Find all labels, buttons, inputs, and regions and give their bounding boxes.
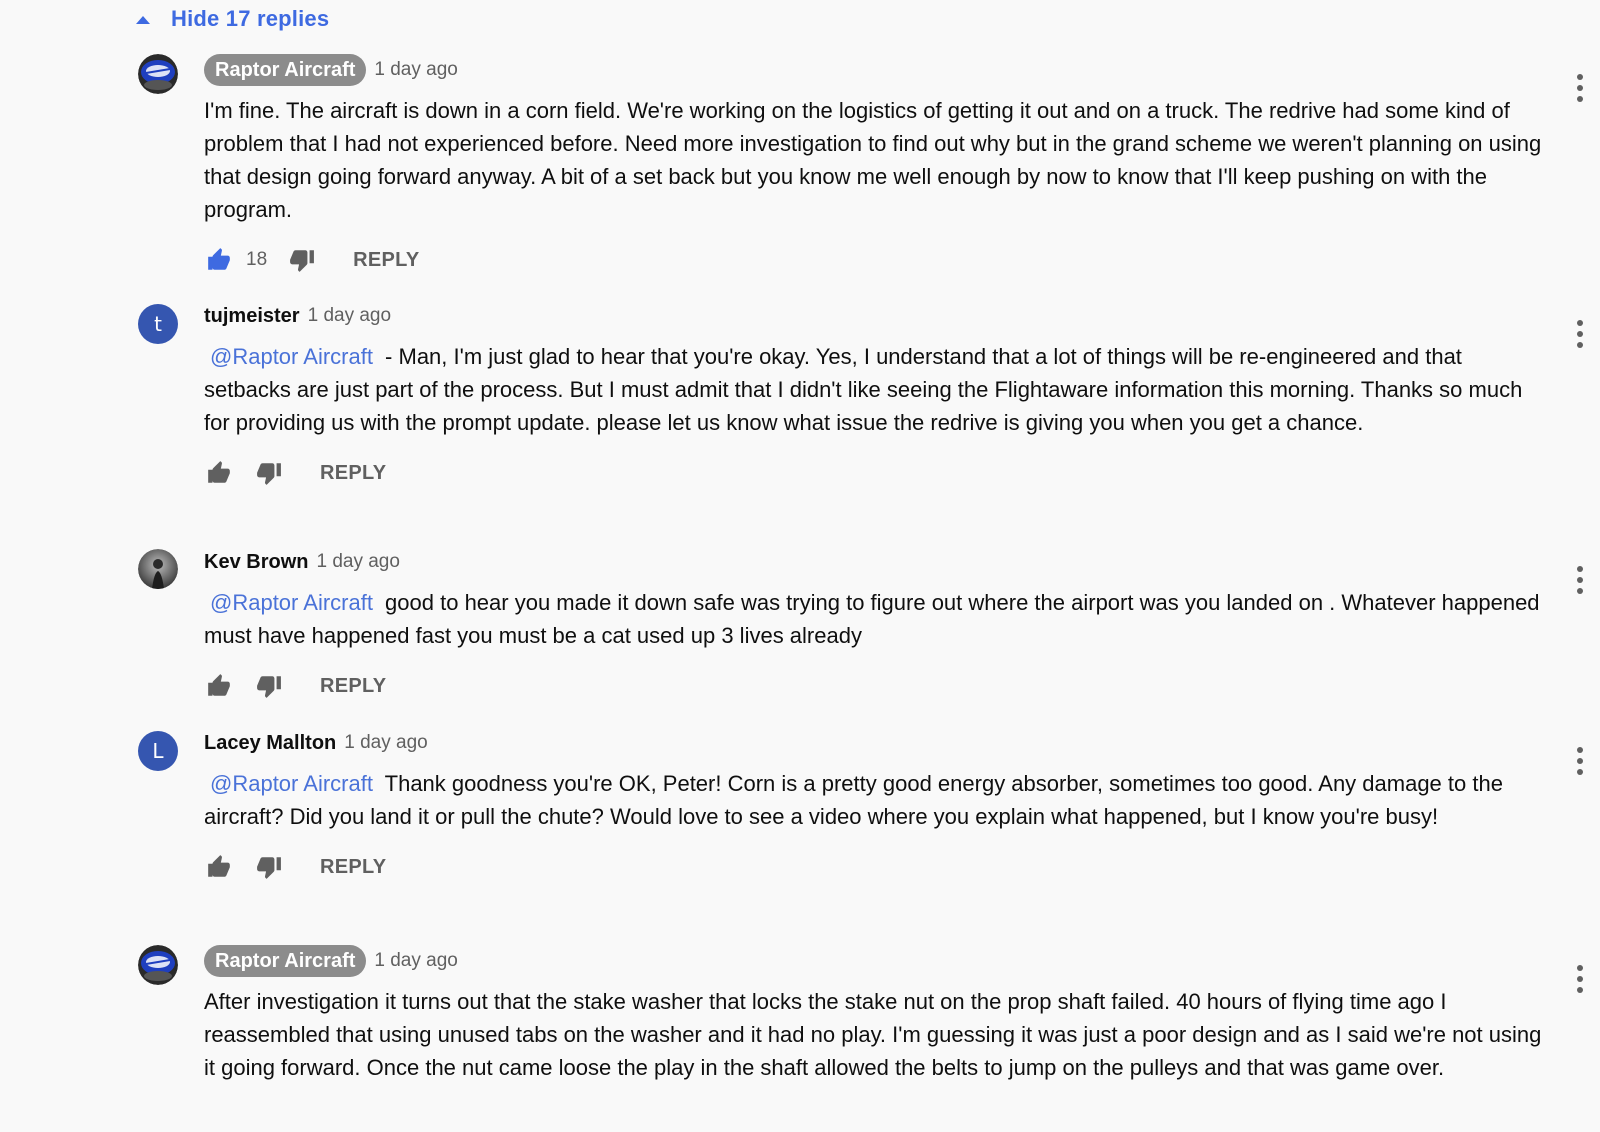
comment-actions: REPLY <box>204 455 1549 491</box>
comment-body: tujmeister 1 day ago @Raptor Aircraft - … <box>204 300 1549 491</box>
comment-header: Raptor Aircraft 1 day ago <box>204 945 1549 977</box>
dot-icon <box>1577 96 1583 102</box>
thumbs-up-icon <box>208 461 230 483</box>
reply-button[interactable]: REPLY <box>320 856 386 879</box>
like-button[interactable] <box>204 458 234 488</box>
like-button[interactable] <box>204 671 234 701</box>
dislike-button[interactable] <box>254 852 284 882</box>
mention-link[interactable]: @Raptor Aircraft <box>204 344 379 369</box>
more-options-button[interactable] <box>1570 70 1590 106</box>
thumbs-up-icon <box>208 674 230 696</box>
replies-thread: Hide 17 replies Raptor Aircraft 1 day ag… <box>0 0 1600 1132</box>
dot-icon <box>1577 577 1583 583</box>
comment-text: @Raptor Aircraft good to hear you made i… <box>204 586 1549 652</box>
thumbs-down-icon <box>257 857 281 879</box>
timestamp[interactable]: 1 day ago <box>374 59 457 81</box>
comment-text: @Raptor Aircraft - Man, I'm just glad to… <box>204 340 1549 439</box>
like-button[interactable] <box>204 852 234 882</box>
thumbs-down-icon <box>257 676 281 698</box>
more-options-button[interactable] <box>1570 562 1590 598</box>
comment-body: Raptor Aircraft 1 day ago After investig… <box>204 945 1549 1084</box>
author-name[interactable]: Raptor Aircraft <box>204 945 367 977</box>
like-count: 18 <box>246 249 268 270</box>
user-photo-icon <box>138 549 178 589</box>
reply-button[interactable]: REPLY <box>320 462 386 485</box>
comment-actions: REPLY <box>204 668 1549 704</box>
timestamp[interactable]: 1 day ago <box>316 551 399 573</box>
timestamp[interactable]: 1 day ago <box>374 950 457 972</box>
comment-header: Lacey Mallton 1 day ago <box>204 727 1549 759</box>
dot-icon <box>1577 331 1583 337</box>
comment-actions: REPLY <box>204 849 1549 885</box>
comment-text: @Raptor Aircraft Thank goodness you're O… <box>204 767 1549 833</box>
avatar[interactable] <box>138 945 178 985</box>
raptor-logo-icon <box>138 945 178 985</box>
author-name[interactable]: Raptor Aircraft <box>204 54 367 86</box>
comment-body: Lacey Mallton 1 day ago @Raptor Aircraft… <box>204 727 1549 885</box>
comment-header: Kev Brown 1 day ago <box>204 546 1549 578</box>
more-options-button[interactable] <box>1570 316 1590 352</box>
comment-header: tujmeister 1 day ago <box>204 300 1549 332</box>
comment-body: Kev Brown 1 day ago @Raptor Aircraft goo… <box>204 546 1549 704</box>
mention-link[interactable]: @Raptor Aircraft <box>204 771 379 796</box>
reply-button[interactable]: REPLY <box>320 675 386 698</box>
thumbs-down-icon <box>290 250 315 272</box>
dot-icon <box>1577 566 1583 572</box>
dot-icon <box>1577 74 1583 80</box>
dislike-button[interactable] <box>254 458 284 488</box>
dot-icon <box>1577 965 1583 971</box>
dot-icon <box>1577 342 1583 348</box>
dot-icon <box>1577 588 1583 594</box>
dot-icon <box>1577 85 1583 91</box>
author-name[interactable]: Lacey Mallton <box>204 732 336 755</box>
comment-header: Raptor Aircraft 1 day ago <box>204 54 1549 86</box>
thumbs-up-icon <box>208 855 230 877</box>
more-options-button[interactable] <box>1570 743 1590 779</box>
avatar[interactable]: L <box>138 731 178 771</box>
author-name[interactable]: tujmeister <box>204 305 300 328</box>
author-name[interactable]: Kev Brown <box>204 551 308 574</box>
comment-text-body: good to hear you made it down safe was t… <box>204 590 1540 648</box>
comment-text-body: - Man, I'm just glad to hear that you're… <box>204 344 1523 435</box>
comment-text: I'm fine. The aircraft is down in a corn… <box>204 98 1542 222</box>
thumbs-down-icon <box>257 463 281 485</box>
avatar[interactable] <box>138 54 178 94</box>
dot-icon <box>1577 769 1583 775</box>
comment-body: Raptor Aircraft 1 day ago I'm fine. The … <box>204 54 1549 278</box>
avatar[interactable] <box>138 549 178 589</box>
comment-text: After investigation it turns out that th… <box>204 989 1542 1080</box>
raptor-logo-icon <box>138 54 178 94</box>
timestamp[interactable]: 1 day ago <box>344 732 427 754</box>
dot-icon <box>1577 758 1583 764</box>
dot-icon <box>1577 320 1583 326</box>
dot-icon <box>1577 976 1583 982</box>
dislike-button[interactable] <box>287 245 317 275</box>
dislike-button[interactable] <box>254 671 284 701</box>
comment-text-body: Thank goodness you're OK, Peter! Corn is… <box>204 771 1503 829</box>
more-options-button[interactable] <box>1570 961 1590 997</box>
dot-icon <box>1577 747 1583 753</box>
caret-up-icon <box>136 16 150 24</box>
comment-actions: 18 REPLY <box>204 242 1549 278</box>
hide-replies-button[interactable]: Hide 17 replies <box>136 6 329 32</box>
mention-link[interactable]: @Raptor Aircraft <box>204 590 379 615</box>
timestamp[interactable]: 1 day ago <box>308 305 391 327</box>
hide-replies-label: Hide 17 replies <box>171 6 330 31</box>
dot-icon <box>1577 987 1583 993</box>
thumbs-up-filled-icon <box>208 248 230 270</box>
avatar[interactable]: t <box>138 304 178 344</box>
reply-button[interactable]: REPLY <box>353 249 419 272</box>
like-button[interactable] <box>204 245 234 275</box>
